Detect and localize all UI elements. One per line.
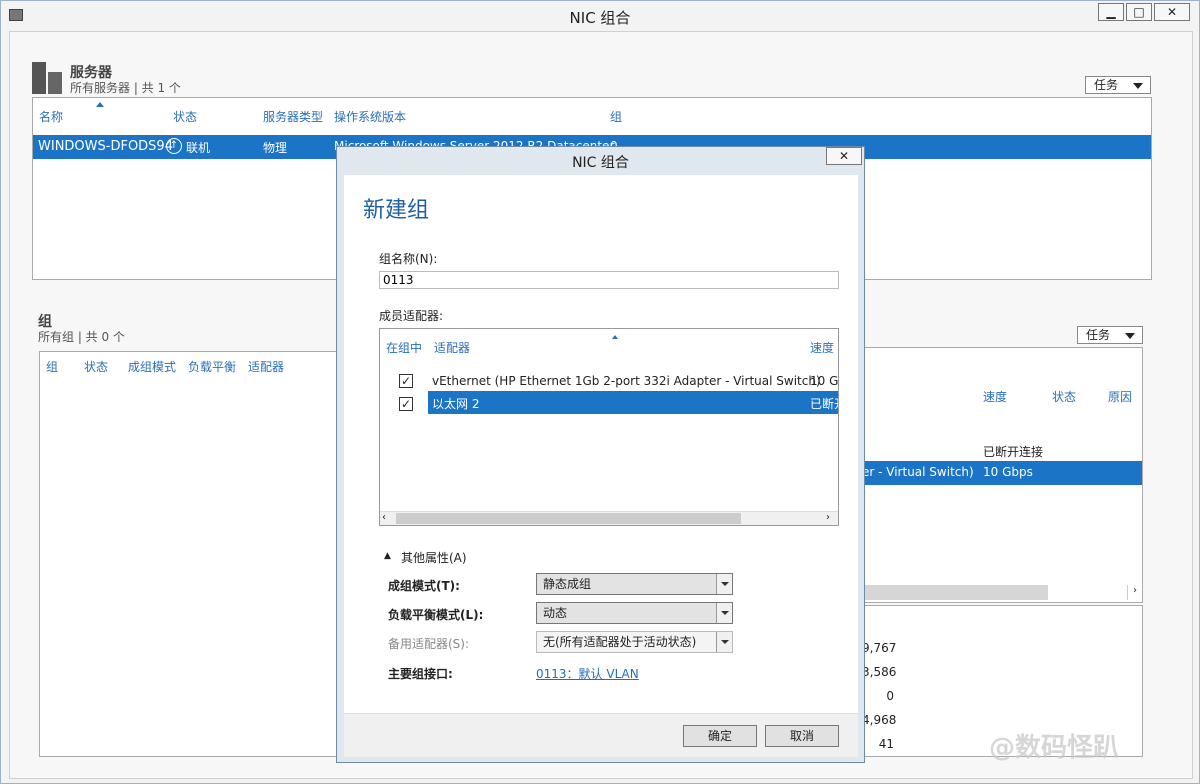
member-checkbox[interactable]: ✓ (399, 374, 413, 388)
groups-table: 组 状态 成组模式 负载平衡 适配器 (39, 351, 339, 757)
adapter-status: 已断开连接 (983, 445, 1044, 459)
stat-value: 41 (878, 737, 894, 751)
scroll-right-icon[interactable]: › (1127, 585, 1142, 600)
adapter-name: vEthernet (HP Ethernet 1Gb 2-port 332i A… (432, 374, 821, 388)
adapter-speed: 10 Gbps (983, 465, 1033, 479)
list-item[interactable]: 以太网 2 已断开 (428, 391, 838, 414)
adapter-name: 以太网 2 (432, 397, 480, 411)
dropdown-arrow-icon (716, 632, 732, 652)
lb-mode-label: 负载平衡模式(L): (388, 608, 484, 622)
sort-asc-icon (612, 335, 618, 339)
col-os[interactable]: 操作系统版本 (334, 108, 406, 125)
collapse-icon[interactable]: ▲ (384, 551, 391, 561)
col-name[interactable]: 名称 (39, 108, 63, 125)
stats-values: 9,767 3,586 0 4,968 41 (862, 636, 897, 756)
minimize-button[interactable]: ▁ (1098, 3, 1124, 21)
selected-value: 静态成组 (543, 577, 592, 591)
close-button[interactable]: ✕ (1154, 3, 1190, 21)
dialog-footer: 确定 取消 (344, 713, 858, 757)
table-row[interactable]: er - Virtual Switch) 10 Gbps (862, 461, 1142, 485)
horizontal-scrollbar[interactable]: ‹ › (380, 511, 838, 525)
col-status[interactable]: 状态 (84, 358, 108, 375)
server-icon (32, 62, 62, 94)
scrollbar-thumb[interactable] (396, 513, 741, 524)
dropdown-arrow-icon (716, 603, 732, 623)
tasks-label: 任务 (1094, 78, 1119, 92)
dialog-close-button[interactable]: ✕ (826, 147, 862, 165)
col-adapter[interactable]: 适配器 (434, 339, 470, 356)
groups-tasks-button[interactable]: 任务 (1077, 326, 1143, 344)
adapter-speed: 已断开 (810, 397, 838, 411)
col-group[interactable]: 组 (46, 358, 58, 375)
window-title: NIC 组合 (569, 9, 631, 27)
standby-label: 备用适配器(S): (388, 637, 470, 651)
teaming-mode-select[interactable]: 静态成组 (536, 573, 733, 595)
server-name: WINDOWS-DFODS94 (38, 139, 173, 154)
stat-value: 0 (886, 689, 894, 703)
new-team-dialog: NIC 组合 ✕ 新建组 组名称(N): 成员适配器: 在组中 适配器 速度 ✓… (336, 146, 865, 763)
list-item[interactable]: ✓ vEthernet (HP Ethernet 1Gb 2-port 332i… (380, 369, 838, 393)
cancel-button[interactable]: 取消 (765, 725, 839, 747)
member-adapters-list: 在组中 适配器 速度 ✓ vEthernet (HP Ethernet 1Gb … (379, 328, 839, 526)
col-lb[interactable]: 负载平衡 (188, 358, 236, 375)
lb-mode-select[interactable]: 动态 (536, 602, 733, 624)
dropdown-arrow-icon (1133, 83, 1143, 89)
primary-interface-link[interactable]: 0113：默认 VLAN (536, 665, 639, 682)
standby-select[interactable]: 无(所有适配器处于活动状态) (536, 631, 733, 653)
stat-value: 3,586 (862, 665, 897, 679)
online-icon: ↑ (166, 138, 182, 154)
sort-asc-icon (96, 102, 104, 107)
dropdown-arrow-icon (1125, 333, 1135, 339)
server-type: 物理 (263, 141, 288, 155)
dialog-body: 新建组 组名称(N): 成员适配器: 在组中 适配器 速度 ✓ vEtherne… (344, 175, 858, 713)
col-reason[interactable]: 原因 (1108, 388, 1132, 405)
stat-value: 4,968 (862, 713, 897, 727)
watermark: @数码怪趴 (989, 733, 1120, 763)
title-bar: NIC 组合 ▁ □ ✕ (1, 1, 1199, 31)
servers-subtitle: 所有服务器 | 共 1 个 (70, 81, 181, 95)
stat-value: 9,767 (862, 641, 897, 655)
col-mode[interactable]: 成组模式 (128, 358, 176, 375)
primary-interface-label: 主要组接口: (388, 667, 453, 681)
selected-value: 无(所有适配器处于活动状态) (543, 635, 697, 649)
dropdown-arrow-icon (716, 574, 732, 594)
ok-button[interactable]: 确定 (683, 725, 757, 747)
col-status[interactable]: 状态 (173, 108, 197, 125)
col-type[interactable]: 服务器类型 (263, 108, 323, 125)
col-group[interactable]: 组 (610, 108, 622, 125)
more-properties-toggle[interactable]: 其他属性(A) (401, 549, 467, 566)
col-adapters[interactable]: 适配器 (248, 358, 284, 375)
tasks-label: 任务 (1086, 328, 1111, 342)
teaming-mode-label: 成组模式(T): (388, 579, 460, 593)
adapters-table: 速度 状态 原因 已断开连接 er - Virtual Switch) 10 G… (861, 347, 1143, 603)
scroll-right-icon[interactable]: › (826, 512, 830, 523)
adapter-name: er - Virtual Switch) (862, 465, 974, 479)
col-speed[interactable]: 速度 (983, 388, 1007, 405)
servers-tasks-button[interactable]: 任务 (1085, 76, 1151, 94)
col-in-team[interactable]: 在组中 (386, 339, 422, 356)
scroll-left-icon[interactable]: ‹ (382, 512, 386, 523)
dialog-title: NIC 组合 (572, 155, 629, 171)
members-label: 成员适配器: (379, 309, 444, 323)
server-status: 联机 (186, 141, 211, 155)
member-checkbox[interactable]: ✓ (399, 397, 413, 411)
scrollbar-thumb[interactable] (862, 585, 1048, 600)
selected-value: 动态 (543, 606, 568, 620)
dialog-heading: 新建组 (363, 198, 430, 223)
col-status[interactable]: 状态 (1052, 388, 1076, 405)
maximize-button[interactable]: □ (1126, 3, 1152, 21)
team-name-label: 组名称(N): (379, 252, 438, 266)
adapter-speed: 10 Gb (810, 374, 839, 388)
col-speed[interactable]: 速度 (810, 339, 834, 356)
team-name-input[interactable] (379, 271, 839, 289)
groups-subtitle: 所有组 | 共 0 个 (38, 330, 125, 344)
